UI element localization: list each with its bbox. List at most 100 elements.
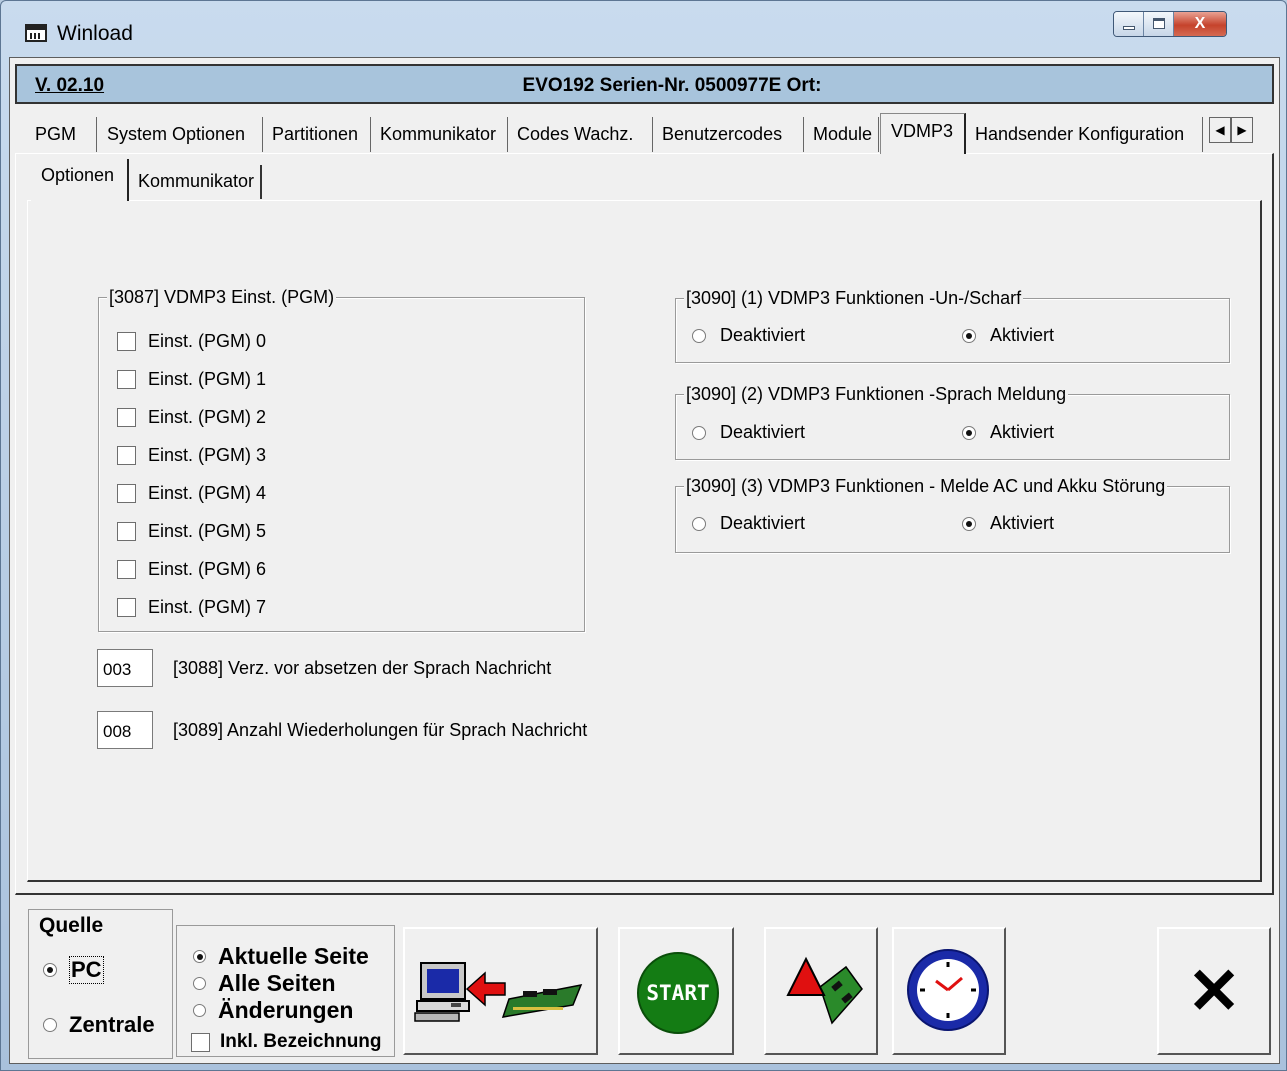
radio-dot[interactable] — [193, 949, 206, 963]
pgm-checkbox-3[interactable]: Einst. (PGM) 3 — [117, 443, 266, 467]
pgm-checkbox-1[interactable]: Einst. (PGM) 1 — [117, 367, 266, 391]
pgm-checkbox-7[interactable]: Einst. (PGM) 7 — [117, 595, 266, 619]
function-group-arm-disarm: [3090] (1) VDMP3 Funktionen -Un-/Scharf … — [675, 288, 1230, 363]
radio-dot[interactable] — [962, 425, 976, 440]
winload-window: Winload X V. 02.10 EVO192 Serien-Nr. 050… — [0, 0, 1287, 1071]
winload-app-icon[interactable] — [25, 24, 47, 42]
checkbox[interactable] — [117, 445, 136, 465]
aktiviert-radio[interactable]: Aktiviert — [962, 325, 1054, 346]
checkbox[interactable] — [117, 369, 136, 389]
minimize-button[interactable] — [1114, 12, 1144, 36]
pgm-checkbox-6[interactable]: Einst. (PGM) 6 — [117, 557, 266, 581]
clock-button[interactable] — [892, 927, 1006, 1055]
pgm-group-title: [3087] VDMP3 Einst. (PGM) — [107, 287, 337, 307]
aktiviert-radio[interactable]: Aktiviert — [962, 422, 1054, 443]
radio-label: Deaktiviert — [720, 422, 806, 442]
tab-kommunikator[interactable]: Kommunikator — [372, 117, 508, 152]
pgm-checkbox-4[interactable]: Einst. (PGM) 4 — [117, 481, 266, 505]
pgm-checkbox-2[interactable]: Einst. (PGM) 2 — [117, 405, 266, 429]
version-label[interactable]: V. 02.10 — [35, 75, 104, 97]
clock-icon — [907, 949, 989, 1031]
pgm-settings-group: [3087] VDMP3 Einst. (PGM) Einst. (PGM) 0… — [98, 287, 585, 632]
title-bar[interactable]: Winload X — [1, 1, 1286, 57]
tab-scroll-right-icon[interactable]: ▶ — [1231, 117, 1253, 143]
pgm-label: Einst. (PGM) 4 — [148, 482, 267, 503]
aktiviert-radio[interactable]: Aktiviert — [962, 513, 1054, 534]
include-labels-label: Inkl. Bezeichnung — [220, 1031, 382, 1052]
pgm-label: Einst. (PGM) 0 — [148, 330, 267, 351]
radio-label: Aktiviert — [990, 513, 1055, 533]
tab-system-optionen[interactable]: System Optionen — [99, 117, 263, 152]
checkbox[interactable] — [117, 559, 136, 579]
source-zentrale-radio[interactable]: Zentrale — [43, 1012, 155, 1038]
maximize-icon — [1153, 18, 1165, 29]
pgm-label: Einst. (PGM) 2 — [148, 406, 267, 427]
tab-scroll-arrows: ◀ ▶ — [1209, 117, 1253, 143]
pgm-checkbox-5[interactable]: Einst. (PGM) 5 — [117, 519, 266, 543]
radio-label: Deaktiviert — [720, 325, 806, 345]
scope-all-pages-radio[interactable]: Alle Seiten — [193, 971, 336, 995]
delay-voice-message-field[interactable] — [97, 649, 153, 687]
tab-partitionen[interactable]: Partitionen — [264, 117, 371, 152]
pgm-checkbox-0[interactable]: Einst. (PGM) 0 — [117, 329, 266, 353]
pgm-label: Einst. (PGM) 7 — [148, 596, 267, 617]
checkbox[interactable] — [117, 597, 136, 617]
radio-dot[interactable] — [193, 1003, 206, 1017]
close-x-icon: ✕ — [1187, 955, 1241, 1027]
radio-label: Aktiviert — [990, 325, 1055, 345]
panel-warning-icon — [786, 956, 863, 1025]
function-group-title: [3090] (2) VDMP3 Funktionen -Sprach Meld… — [684, 384, 1069, 404]
panel-alarm-button[interactable] — [764, 927, 878, 1055]
scope-current-page-radio[interactable]: Aktuelle Seite — [193, 944, 369, 968]
maximize-button[interactable] — [1144, 12, 1174, 36]
start-icon: START — [637, 952, 719, 1034]
window-title: Winload — [57, 22, 133, 45]
checkbox[interactable] — [117, 521, 136, 541]
tab-pgm[interactable]: PGM — [27, 117, 97, 152]
checkbox[interactable] — [191, 1032, 210, 1052]
radio-dot[interactable] — [43, 963, 57, 977]
radio-label: Aktiviert — [990, 422, 1055, 442]
tab-handsender-konfiguration[interactable]: Handsender Konfiguration — [967, 117, 1203, 152]
checkbox[interactable] — [117, 331, 136, 351]
include-labels-checkbox[interactable]: Inkl. Bezeichnung — [191, 1031, 382, 1053]
close-window-button[interactable]: X — [1174, 12, 1226, 36]
scope-changes-radio[interactable]: Änderungen — [193, 998, 353, 1022]
start-button[interactable]: START — [618, 927, 734, 1055]
radio-dot[interactable] — [962, 516, 976, 531]
pgm-label: Einst. (PGM) 5 — [148, 520, 267, 541]
checkbox[interactable] — [117, 407, 136, 427]
subtab-kommunikator[interactable]: Kommunikator — [130, 165, 262, 199]
tab-vdmp3[interactable]: VDMP3 — [880, 113, 966, 154]
function-group-title: [3090] (3) VDMP3 Funktionen - Melde AC u… — [684, 476, 1168, 496]
radio-dot[interactable] — [962, 328, 976, 343]
function-group-ac-battery-fault: [3090] (3) VDMP3 Funktionen - Melde AC u… — [675, 476, 1230, 553]
tab-codes-wachz[interactable]: Codes Wachz. — [509, 117, 653, 152]
delay-voice-message-label: [3088] Verz. vor absetzen der Sprach Nac… — [173, 658, 552, 678]
scope-label: Aktuelle Seite — [218, 943, 369, 969]
radio-dot[interactable] — [193, 976, 206, 990]
radio-dot[interactable] — [692, 328, 706, 343]
source-pc-radio[interactable]: PC — [43, 956, 104, 984]
deaktiviert-radio[interactable]: Deaktiviert — [692, 422, 805, 443]
deaktiviert-radio[interactable]: Deaktiviert — [692, 325, 805, 346]
tab-benutzercodes[interactable]: Benutzercodes — [654, 117, 804, 152]
source-group-title: Quelle — [39, 914, 104, 938]
deaktiviert-radio[interactable]: Deaktiviert — [692, 513, 805, 534]
exit-button[interactable]: ✕ — [1157, 927, 1271, 1055]
subtab-optionen[interactable]: Optionen — [31, 159, 129, 201]
checkbox[interactable] — [117, 483, 136, 503]
repeat-voice-message-field[interactable] — [97, 711, 153, 749]
radio-dot[interactable] — [692, 516, 706, 531]
close-icon: X — [1194, 15, 1206, 32]
device-info: EVO192 Serien-Nr. 0500977E Ort: — [522, 75, 822, 96]
scope-label: Änderungen — [218, 997, 354, 1023]
radio-dot[interactable] — [43, 1018, 57, 1032]
upload-to-panel-button[interactable] — [403, 927, 598, 1055]
tab-module[interactable]: Module — [805, 117, 879, 152]
device-info-bar: V. 02.10 EVO192 Serien-Nr. 0500977E Ort: — [15, 64, 1274, 104]
pgm-label: Einst. (PGM) 3 — [148, 444, 267, 465]
pgm-label: Einst. (PGM) 6 — [148, 558, 267, 579]
radio-dot[interactable] — [692, 425, 706, 440]
tab-scroll-left-icon[interactable]: ◀ — [1209, 117, 1231, 143]
